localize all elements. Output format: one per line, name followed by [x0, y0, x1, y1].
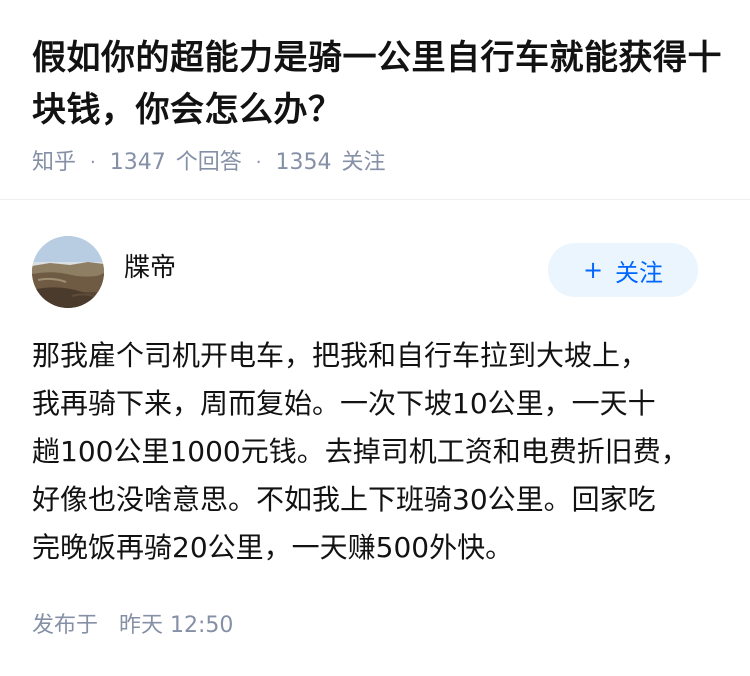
meta-separator: ·: [255, 152, 262, 173]
answer-count-label: 个回答: [175, 150, 242, 175]
answer-line: 好像也没啥意思。不如我上下班骑30公里。回家吃: [32, 483, 656, 516]
publish-time: 昨天 12:50: [119, 613, 234, 638]
answer-line: 趟100公里1000元钱。去掉司机工资和电费折旧费，: [32, 435, 689, 468]
follow-button[interactable]: + 关注: [548, 243, 698, 297]
question-title[interactable]: 假如你的超能力是骑一公里自行车就能获得十块钱，你会怎么办？: [32, 32, 722, 136]
follow-button-label: 关注: [615, 258, 664, 287]
avatar[interactable]: [32, 236, 104, 308]
answer-line: 我再骑下来，周而复始。一次下坡10公里，一天十: [32, 387, 656, 420]
answer-content[interactable]: 那我雇个司机开电车，把我和自行车拉到大坡上， 我再骑下来，周而复始。一次下坡10…: [32, 332, 722, 572]
meta-separator: ·: [90, 152, 96, 173]
follower-count: 1354: [275, 150, 332, 175]
answer-line: 那我雇个司机开电车，把我和自行车拉到大坡上，: [32, 339, 649, 372]
answer-count: 1347: [109, 150, 166, 175]
source-label[interactable]: 知乎: [32, 148, 76, 178]
publish-label: 发布于: [32, 613, 99, 638]
avatar-landscape-image: [32, 236, 104, 308]
plus-icon: +: [582, 256, 604, 284]
answer-line: 完晚饭再骑20公里，一天赚500外快。: [32, 531, 514, 564]
section-divider: [0, 199, 750, 200]
author-name[interactable]: 牒帝: [124, 250, 176, 286]
publish-info: 发布于 昨天 12:50: [32, 610, 233, 642]
question-header: 假如你的超能力是骑一公里自行车就能获得十块钱，你会怎么办？ 知乎 · 1347 …: [32, 32, 722, 178]
follower-count-label: 关注: [341, 150, 386, 175]
question-meta: 知乎 · 1347 个回答 · 1354 关注: [32, 148, 722, 178]
